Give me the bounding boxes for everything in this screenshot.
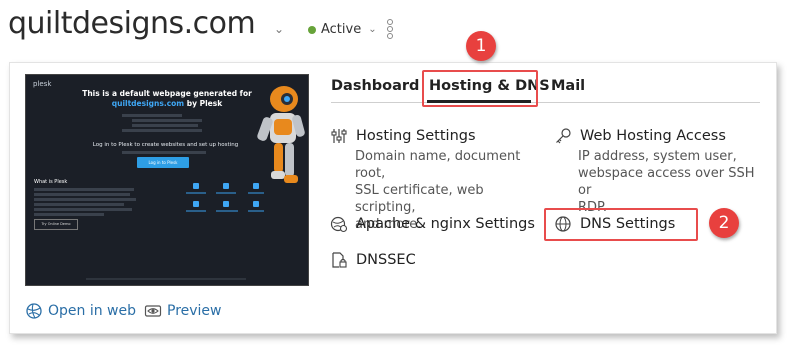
hosting-settings-link[interactable]: Hosting Settings [330, 127, 476, 145]
hosting-settings-title: Hosting Settings [356, 128, 476, 144]
apache-nginx-settings-title: Apache & nginx Settings [356, 216, 535, 232]
web-hosting-access-description: IP address, system user, webspace access… [578, 148, 758, 216]
preview-what-heading: What is Plesk [34, 179, 68, 185]
globe-gear-icon [330, 216, 348, 233]
preview-headline: This is a default webpage generated for … [82, 89, 252, 109]
domain-title: quiltdesigns.com [8, 6, 256, 41]
description-line: Domain name, document root, [355, 149, 521, 181]
eye-icon [144, 305, 162, 317]
feature-icon [193, 183, 199, 189]
document-lock-icon [332, 252, 347, 268]
step-badge-2: 2 [709, 208, 739, 238]
dnssec-title: DNSSEC [356, 252, 416, 268]
preview-headline-line-1: This is a default webpage generated for [82, 89, 252, 98]
key-icon [556, 128, 571, 144]
feature-label [186, 192, 206, 194]
apache-nginx-settings-link[interactable]: Apache & nginx Settings [330, 215, 535, 233]
preview-label: Preview [167, 303, 222, 319]
feature-label [216, 210, 238, 212]
feature-label [216, 192, 236, 194]
preview-brand: plesk [33, 80, 52, 88]
description-line: IP address, system user, [578, 149, 737, 164]
highlight-hosting-dns-tab [422, 70, 538, 107]
highlight-dns-settings [544, 208, 698, 241]
active-status-dot-icon [308, 25, 316, 34]
description-line: webspace access over SSH or [578, 166, 755, 198]
preview-small-text [122, 113, 212, 134]
status-label: Active [321, 22, 362, 37]
dnssec-link[interactable]: DNSSEC [330, 251, 416, 269]
preview-headline-link: quiltdesigns.com [111, 99, 185, 108]
feature-icon [253, 201, 259, 207]
preview-login-heading: Log in to Plesk to create websites and s… [92, 142, 239, 148]
open-in-web-link[interactable]: Open in web [25, 302, 136, 320]
more-options-icon[interactable] [385, 18, 395, 40]
preview-footer [86, 278, 246, 280]
tabs-divider [331, 102, 760, 103]
preview-login-button: Log in to Plesk [137, 157, 189, 168]
step-badge-1: 1 [466, 31, 496, 61]
tab-dashboard[interactable]: Dashboard [331, 78, 419, 94]
preview-description [34, 188, 139, 216]
preview-headline-line-2: by Plesk [186, 99, 223, 108]
web-hosting-access-title: Web Hosting Access [580, 128, 726, 144]
open-in-web-label: Open in web [48, 303, 137, 319]
preview-link[interactable]: Preview [144, 302, 222, 320]
feature-label [248, 210, 264, 212]
status-chevron-down-icon: ⌄ [368, 24, 377, 35]
status-dropdown[interactable]: Active ⌄ [308, 22, 377, 37]
feature-label [186, 210, 206, 212]
feature-icon [193, 201, 199, 207]
preview-login-subtext [122, 151, 212, 154]
plesk-robot-illustration [257, 86, 305, 183]
description-line: SSL certificate, web scripting, [355, 183, 484, 215]
sliders-icon [331, 129, 347, 143]
tab-mail[interactable]: Mail [551, 78, 585, 94]
feature-icon [223, 183, 229, 189]
feature-icon [223, 201, 229, 207]
website-preview-thumbnail[interactable]: plesk This is a default webpage generate… [25, 74, 309, 286]
preview-demo-button: Try Online Demo [34, 219, 78, 230]
web-hosting-access-link[interactable]: Web Hosting Access [554, 127, 726, 145]
globe-icon [26, 303, 42, 319]
domain-dropdown-chevron-icon[interactable]: ⌄ [274, 22, 284, 36]
